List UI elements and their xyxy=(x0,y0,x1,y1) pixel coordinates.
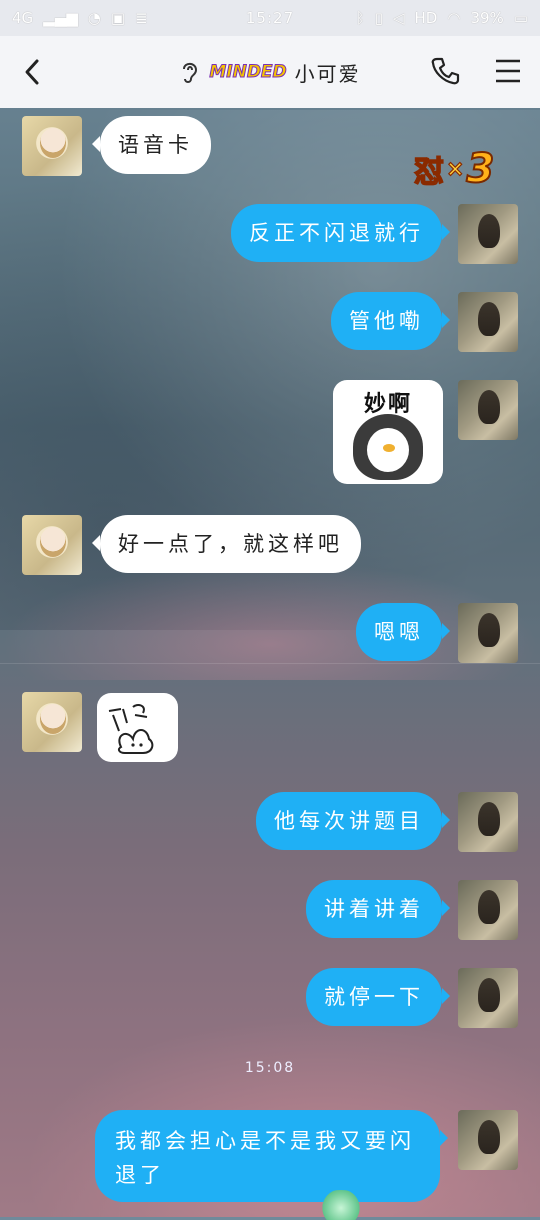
penguin-icon xyxy=(353,414,423,480)
my-avatar[interactable] xyxy=(458,292,518,352)
message-bubble[interactable]: 我都会担心是不是我又要闪退了 xyxy=(95,1110,448,1202)
message-bubble[interactable]: 他每次讲题目 xyxy=(256,792,450,850)
my-avatar[interactable] xyxy=(458,204,518,264)
sticker-message[interactable]: 妙啊 xyxy=(333,380,443,484)
message-text: 反正不闪退就行 xyxy=(249,221,424,245)
interaction-badge[interactable]: 怼 × 3 xyxy=(413,145,495,193)
signal-icon: ▂▄▆ xyxy=(43,9,78,27)
back-button[interactable] xyxy=(16,52,48,92)
message-bubble[interactable]: 反正不闪退就行 xyxy=(231,204,450,262)
message-text: 语音卡 xyxy=(118,133,193,157)
mute-icon: ◁ xyxy=(392,9,405,27)
message-bubble[interactable]: 讲着讲着 xyxy=(306,880,450,938)
my-avatar[interactable] xyxy=(458,603,518,663)
network-label: 4G xyxy=(12,9,34,27)
my-avatar[interactable] xyxy=(458,380,518,440)
brand-tag: MINDED xyxy=(209,62,287,83)
message-text: 管他嘞 xyxy=(349,309,424,333)
menu-icon[interactable] xyxy=(494,58,522,84)
friend-avatar[interactable] xyxy=(22,692,82,752)
message-text: 好一点了，就这样吧 xyxy=(118,532,343,556)
phone-icon[interactable] xyxy=(430,56,460,86)
sticker-message[interactable]: 无奈 xyxy=(97,693,178,762)
message-text: 讲着讲着 xyxy=(324,897,424,921)
message-bubble[interactable]: 就停一下 xyxy=(306,968,450,1026)
hd-label: HD xyxy=(414,9,438,27)
gallery-icon: ▣ xyxy=(110,9,126,27)
battery-icon: ▭ xyxy=(513,9,528,27)
friend-avatar[interactable] xyxy=(22,515,82,575)
message-text: 我都会担心是不是我又要闪退了 xyxy=(115,1129,415,1187)
message-bubble[interactable]: 好一点了，就这样吧 xyxy=(92,515,361,573)
message-text: 嗯嗯 xyxy=(374,620,424,644)
status-time: 15:27 xyxy=(245,9,295,27)
ear-icon[interactable] xyxy=(179,59,201,85)
my-avatar[interactable] xyxy=(458,792,518,852)
my-avatar[interactable] xyxy=(458,968,518,1028)
message-timestamp: 15:08 xyxy=(244,1060,296,1076)
notification-icon: ◔ xyxy=(87,9,101,27)
my-avatar[interactable] xyxy=(458,880,518,940)
status-bar: 4G ▂▄▆ ◔ ▣ ≣ 15:27 ᛒ ▯ ◁ HD ◠ 39% ▭ xyxy=(0,0,540,36)
message-text: 就停一下 xyxy=(324,985,424,1009)
chevron-left-icon xyxy=(25,59,39,85)
storage-icon: ≣ xyxy=(135,9,148,27)
contact-name[interactable]: 小可爱 xyxy=(295,58,361,87)
message-bubble[interactable]: 管他嘞 xyxy=(331,292,450,350)
badge-times: × xyxy=(445,156,465,182)
message-bubble[interactable]: 嗯嗯 xyxy=(356,603,450,661)
badge-char: 怼 xyxy=(413,154,445,191)
wifi-icon: ◠ xyxy=(447,9,461,27)
badge-count: 3 xyxy=(465,145,495,193)
vibrate-icon: ▯ xyxy=(374,9,383,27)
floating-pet-icon[interactable] xyxy=(316,1190,366,1220)
message-text: 他每次讲题目 xyxy=(274,809,424,833)
background-seam xyxy=(0,663,540,664)
my-avatar[interactable] xyxy=(458,1110,518,1170)
friend-avatar[interactable] xyxy=(22,116,82,176)
battery-percent: 39% xyxy=(470,9,504,27)
bluetooth-icon: ᛒ xyxy=(355,9,365,27)
chat-header: MINDED 小可爱 xyxy=(0,36,540,108)
message-bubble[interactable]: 语音卡 xyxy=(92,116,211,174)
